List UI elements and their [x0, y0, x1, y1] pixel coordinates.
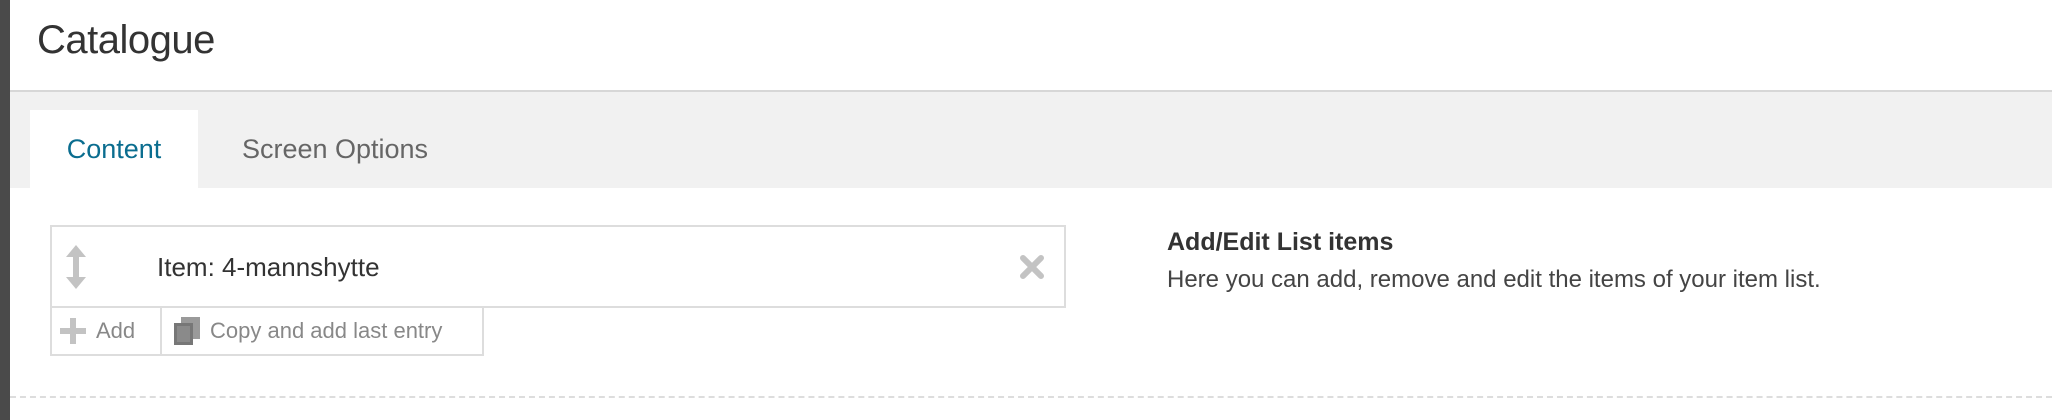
close-icon[interactable] — [1018, 253, 1046, 281]
tab-screen-options[interactable]: Screen Options — [210, 110, 460, 188]
tab-content[interactable]: Content — [30, 110, 198, 188]
copy-icon — [174, 317, 200, 345]
divider — [10, 396, 2052, 398]
add-button[interactable]: Add — [52, 308, 162, 354]
drag-handle-icon[interactable] — [64, 245, 88, 289]
copy-button-label: Copy and add last entry — [210, 318, 443, 343]
page-header: Catalogue — [10, 0, 2052, 92]
help-title: Add/Edit List items — [1167, 228, 1394, 256]
plus-icon — [60, 318, 86, 344]
list-item[interactable]: Item: 4-mannshytte — [50, 225, 1066, 308]
page-title: Catalogue — [37, 18, 215, 62]
list-item-label[interactable]: Item: 4-mannshytte — [157, 252, 380, 283]
left-edge-strip — [0, 0, 10, 420]
help-text: Here you can add, remove and edit the it… — [1167, 266, 1821, 293]
tab-bar: Content Screen Options — [10, 92, 2052, 188]
add-button-label: Add — [96, 318, 136, 343]
content-area: Item: 4-mannshytte Add Copy and add last… — [10, 188, 2052, 398]
copy-add-last-entry-button[interactable]: Copy and add last entry — [162, 308, 482, 354]
list-actions: Add Copy and add last entry — [50, 308, 484, 356]
